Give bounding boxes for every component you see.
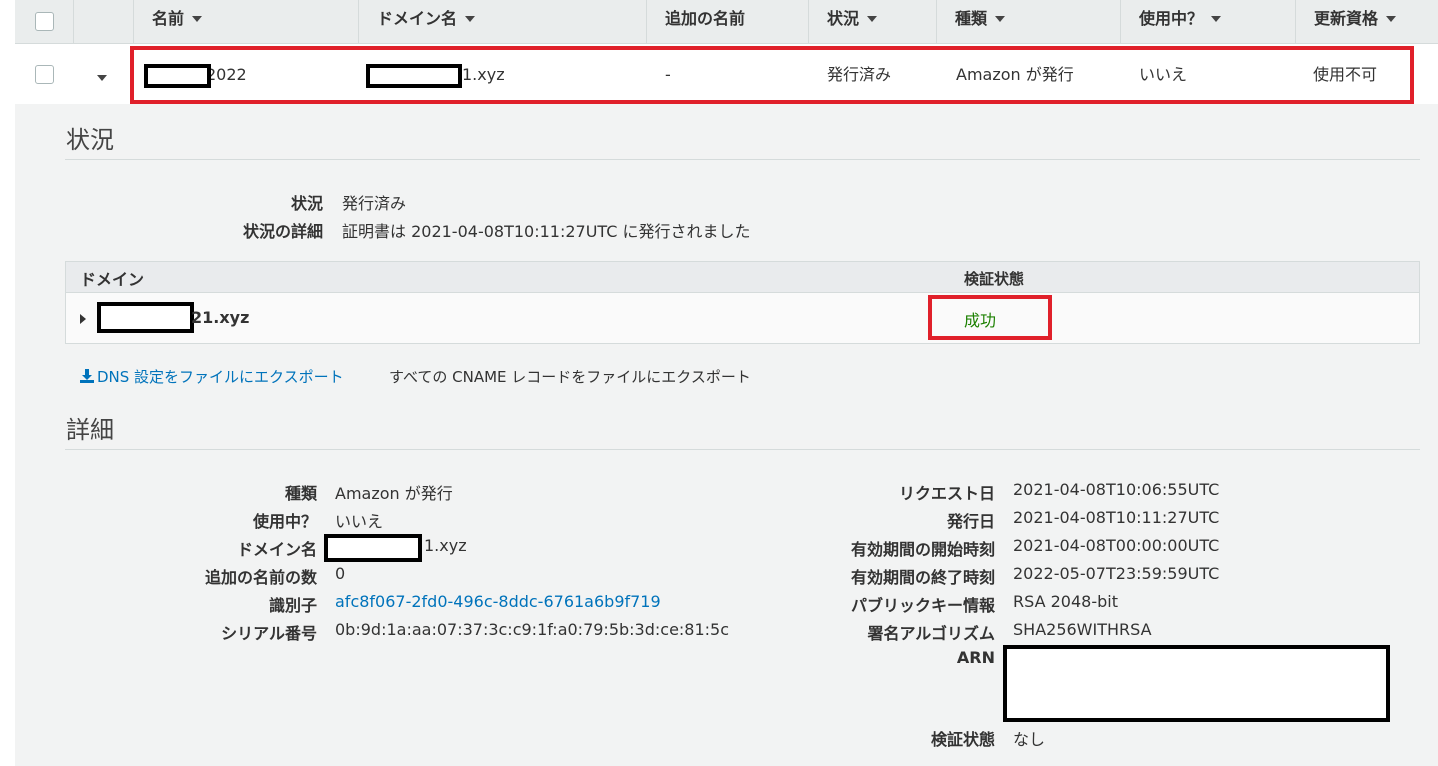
- detail-arn-label: ARN: [956, 648, 995, 667]
- detail-identifier-link[interactable]: afc8f067-2fd0-496c-8ddc-6761a6b9f719: [335, 592, 661, 611]
- detail-serial-value: 0b:9d:1a:aa:07:37:3c:c9:1f:a0:79:5b:3d:c…: [335, 620, 730, 639]
- table-header: 名前 ドメイン名 追加の名前 状況 種類 使用中？ 更新資格: [15, 0, 1438, 44]
- column-label: 状況: [827, 9, 860, 28]
- detail-public-key-value: RSA 2048-bit: [1013, 592, 1118, 611]
- collapse-caret-icon[interactable]: [97, 75, 107, 81]
- sort-caret-icon: [465, 15, 476, 22]
- row-checkbox[interactable]: [35, 65, 54, 84]
- detail-additional-count-label: 追加の名前の数: [204, 568, 317, 587]
- column-header-renewal[interactable]: 更新資格: [1295, 0, 1438, 44]
- column-header-name[interactable]: 名前: [133, 0, 358, 44]
- sort-caret-icon: [867, 15, 878, 22]
- validation-column-header: 検証状態: [964, 270, 1025, 288]
- redacted-arn: [1003, 645, 1390, 722]
- status-section-title: 状況: [66, 126, 114, 154]
- sort-caret-icon: [1386, 15, 1397, 22]
- column-label: 使用中？: [1139, 9, 1204, 28]
- detail-domain-visible-suffix: 1.xyz: [424, 536, 467, 555]
- detail-signature-label: 署名アルゴリズム: [867, 624, 995, 643]
- detail-additional-count-value: 0: [335, 564, 346, 583]
- sort-caret-icon: [192, 15, 203, 22]
- expand-column-header: [73, 0, 133, 44]
- detail-in-use-value: いいえ: [335, 512, 384, 531]
- column-label: 種類: [955, 9, 988, 28]
- detail-validation-value: なし: [1013, 730, 1046, 749]
- detail-serial-label: シリアル番号: [221, 624, 317, 643]
- row-highlight-box: [130, 46, 1414, 104]
- details-section-title: 詳細: [66, 416, 114, 444]
- detail-issued-date-value: 2021-04-08T10:11:27UTC: [1013, 508, 1220, 527]
- status-detail-label: 状況の詳細: [242, 222, 323, 241]
- detail-panel: 状況 状況 発行済み 状況の詳細 証明書は 2021-04-08T10:11:2…: [15, 104, 1438, 766]
- column-label: ドメイン名: [377, 9, 458, 28]
- validation-highlight-box: [928, 295, 1052, 340]
- redacted-domain: [97, 302, 194, 333]
- detail-request-date-label: リクエスト日: [898, 484, 995, 503]
- column-label: 更新資格: [1314, 9, 1379, 28]
- download-icon: [80, 369, 94, 383]
- detail-validation-label: 検証状態: [930, 730, 995, 749]
- column-header-status[interactable]: 状況: [808, 0, 936, 44]
- expand-domain-icon[interactable]: [80, 314, 86, 324]
- detail-not-before-value: 2021-04-08T00:00:00UTC: [1013, 536, 1220, 555]
- detail-issued-date-label: 発行日: [946, 512, 995, 531]
- select-all-checkbox[interactable]: [35, 12, 54, 31]
- domain-column-header: ドメイン: [80, 270, 145, 289]
- detail-request-date-value: 2021-04-08T10:06:55UTC: [1013, 480, 1220, 499]
- acm-certificate-page: 名前 ドメイン名 追加の名前 状況 種類 使用中？ 更新資格 2022 1.xy…: [0, 0, 1438, 766]
- sort-caret-icon: [995, 15, 1006, 22]
- status-label: 状況: [290, 194, 323, 213]
- detail-identifier-label: 識別子: [268, 596, 317, 615]
- detail-type-label: 種類: [284, 484, 317, 503]
- dns-export-link[interactable]: DNS 設定をファイルにエクスポート: [79, 366, 344, 387]
- status-detail-value: 証明書は 2021-04-08T10:11:27UTC に発行されました: [342, 222, 751, 241]
- domain-validation-table: ドメイン 検証状態 21.xyz 成功: [65, 261, 1420, 344]
- detail-not-before-label: 有効期間の開始時刻: [850, 540, 995, 559]
- detail-in-use-label: 使用中？: [252, 512, 317, 531]
- detail-not-after-label: 有効期間の終了時刻: [850, 568, 995, 587]
- divider: [65, 159, 1420, 160]
- column-header-domain[interactable]: ドメイン名: [358, 0, 646, 44]
- redacted-domain: [324, 534, 422, 562]
- column-label: 名前: [152, 9, 185, 28]
- cname-export-link[interactable]: すべての CNAME レコードをファイルにエクスポート: [389, 366, 751, 387]
- detail-signature-value: SHA256WITHRSA: [1013, 620, 1152, 639]
- detail-type-value: Amazon が発行: [335, 484, 453, 503]
- detail-domain-label: ドメイン名: [236, 540, 317, 559]
- detail-not-after-value: 2022-05-07T23:59:59UTC: [1013, 564, 1220, 583]
- dns-export-label: DNS 設定をファイルにエクスポート: [97, 368, 344, 386]
- status-value: 発行済み: [342, 194, 407, 213]
- column-header-additional-names: 追加の名前: [646, 0, 808, 44]
- column-header-in-use[interactable]: 使用中？: [1120, 0, 1295, 44]
- column-header-type[interactable]: 種類: [936, 0, 1120, 44]
- sort-caret-icon: [1211, 15, 1222, 22]
- domain-table-header: ドメイン 検証状態: [66, 262, 1419, 293]
- divider: [65, 449, 1420, 450]
- column-label: 追加の名前: [665, 9, 746, 28]
- domain-visible-suffix: 21.xyz: [191, 308, 250, 327]
- detail-public-key-label: パブリックキー情報: [850, 596, 995, 615]
